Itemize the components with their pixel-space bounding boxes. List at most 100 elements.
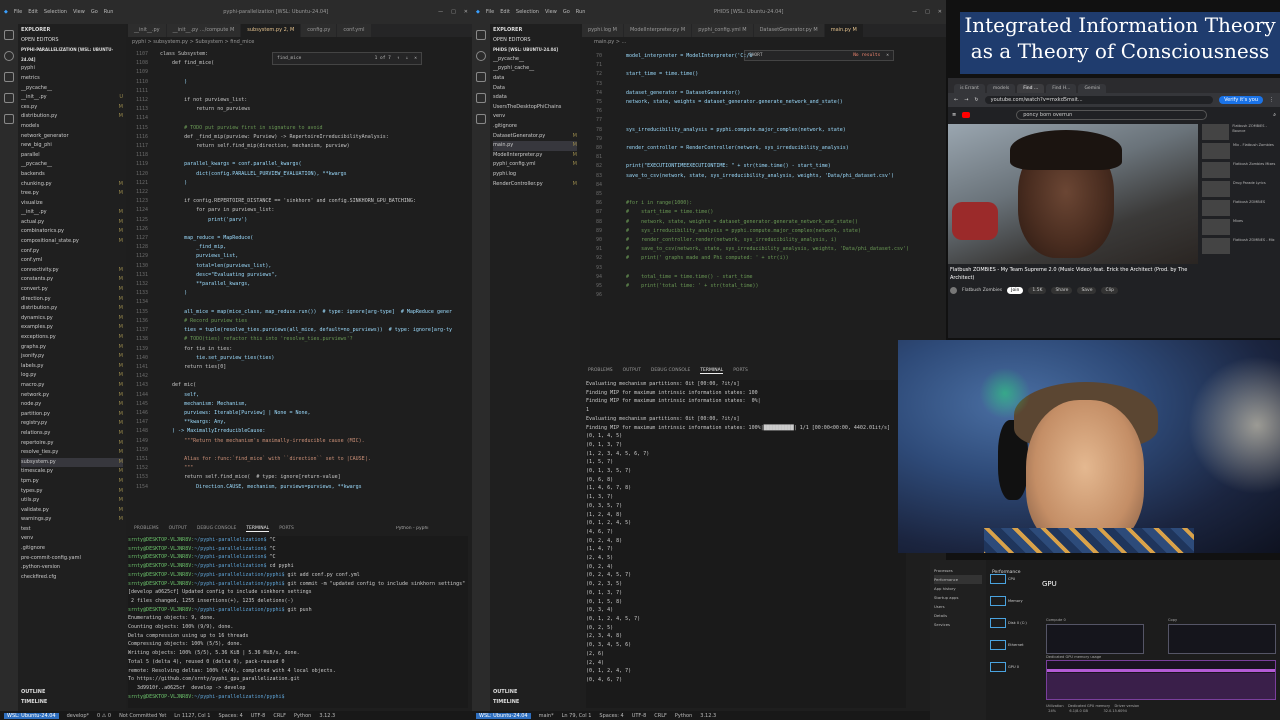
share-button[interactable]: Share [1051, 286, 1073, 294]
file-item[interactable]: network.py M [21, 391, 123, 401]
related-video[interactable]: Flatbush ZOMBiES - Bounce [1202, 124, 1280, 140]
file-item[interactable]: exceptions.py M [21, 333, 123, 343]
breadcrumb[interactable]: pyphi > subsystem.py > Subsystem > find_… [132, 39, 432, 49]
minimize-icon[interactable]: — [912, 9, 917, 15]
device-item[interactable]: Disk 0 (C:) [990, 618, 1040, 628]
editor-tab[interactable]: __init__.py .../compute M [166, 24, 241, 37]
related-video[interactable]: Drug Parade Lyrics [1202, 181, 1280, 197]
related-video[interactable]: Flatbush ZOMBiES [1202, 200, 1280, 216]
close-icon[interactable]: ✕ [938, 9, 942, 15]
search-icon[interactable] [4, 51, 14, 61]
maximize-icon[interactable]: □ [925, 9, 930, 15]
open-editors-section[interactable]: OPEN EDITORS [21, 36, 123, 46]
status-item[interactable]: WSL: Ubuntu-24.04 [476, 712, 531, 719]
menu-selection[interactable]: Selection [44, 9, 67, 15]
project-section[interactable]: PHIDS [WSL: UBUNTU-24.04] [493, 45, 577, 55]
file-item[interactable]: node.py M [21, 400, 123, 410]
task-manager-nav-item[interactable]: App history [934, 584, 982, 593]
breadcrumb[interactable]: main.py > ... [594, 39, 794, 49]
file-item[interactable]: UsersTheDesktopPhiChains [493, 103, 577, 113]
device-item[interactable]: Ethernet [990, 640, 1040, 650]
open-editors-section[interactable]: OPEN EDITORS [493, 36, 577, 46]
timeline-section[interactable]: TIMELINE [21, 698, 47, 708]
file-item[interactable]: pyphi [21, 64, 123, 74]
editor-tab[interactable]: pyphi_config.yml M [692, 24, 753, 37]
file-item[interactable]: tpm.py M [21, 477, 123, 487]
file-item[interactable]: types.py M [21, 487, 123, 497]
save-button[interactable]: Save [1077, 286, 1097, 294]
file-item[interactable]: __init__.py M [21, 208, 123, 218]
status-item[interactable]: Spaces: 4 [218, 713, 242, 719]
menu-edit[interactable]: Edit [28, 9, 38, 15]
file-item[interactable]: tree.py M [21, 189, 123, 199]
verify-button[interactable]: Verify it's you [1219, 96, 1263, 104]
file-item[interactable]: data [493, 74, 577, 84]
file-item[interactable]: __pycache__ [21, 84, 123, 94]
run-debug-icon[interactable] [4, 93, 14, 103]
file-item[interactable]: conf.py [21, 247, 123, 257]
right-code-editor[interactable]: 70 model_interpreter = ModelInterpreter(… [582, 52, 942, 342]
file-item[interactable]: network_generator [21, 132, 123, 142]
panel-tab[interactable]: PROBLEMS [134, 526, 159, 532]
file-item[interactable]: distribution.py M [21, 112, 123, 122]
file-item[interactable]: pyphi_config.yml M [493, 160, 577, 170]
explorer-icon[interactable] [4, 30, 14, 40]
menu-view[interactable]: View [545, 9, 557, 15]
task-manager-nav-item[interactable]: Processes [934, 566, 982, 575]
editor-tab[interactable]: ModelInterpreter.py M [623, 24, 692, 37]
project-section[interactable]: PYPHI-PARALLELIZATION [WSL: UBUNTU-24.04… [21, 45, 123, 64]
maximize-icon[interactable]: □ [451, 9, 456, 15]
task-manager-nav-item[interactable]: Performance [934, 575, 982, 584]
file-item[interactable]: convert.py M [21, 285, 123, 295]
menu-go[interactable]: Go [91, 9, 98, 15]
menu-selection[interactable]: Selection [516, 9, 539, 15]
device-item[interactable]: GPU 0 [990, 662, 1040, 672]
file-item[interactable]: jsonify.py M [21, 352, 123, 362]
source-control-icon[interactable] [476, 72, 486, 82]
file-item[interactable]: __pyphi_cache__ [493, 64, 577, 74]
file-item[interactable]: labels.py M [21, 362, 123, 372]
file-item[interactable]: pre-commit-config.yaml [21, 554, 123, 564]
file-item[interactable]: .python-version [21, 563, 123, 573]
run-debug-icon[interactable] [476, 93, 486, 103]
task-manager-nav-item[interactable]: Services [934, 620, 982, 629]
editor-tab[interactable]: conf.yml [337, 24, 371, 37]
file-item[interactable]: new_big_phi [21, 141, 123, 151]
file-item[interactable]: RenderController.py M [493, 180, 577, 190]
related-video[interactable]: Flatbush Zombies Mixes [1202, 162, 1280, 178]
editor-tab[interactable]: pyphi.log M [582, 24, 623, 37]
menu-icon[interactable]: ≡ [952, 112, 956, 118]
file-item[interactable]: resolve_ties.py M [21, 448, 123, 458]
search-icon[interactable]: ⌕ [1273, 112, 1276, 118]
menu-view[interactable]: View [73, 9, 85, 15]
file-item[interactable]: relations.py M [21, 429, 123, 439]
file-item[interactable]: .gitignore [21, 544, 123, 554]
close-icon[interactable]: ✕ [464, 9, 468, 15]
menu-run[interactable]: Run [104, 9, 114, 15]
file-item[interactable]: models [21, 122, 123, 132]
menu-edit[interactable]: Edit [500, 9, 510, 15]
menu-go[interactable]: Go [563, 9, 570, 15]
outline-section[interactable]: OUTLINE [21, 688, 45, 698]
search-icon[interactable] [476, 51, 486, 61]
file-item[interactable]: ModelInterpreter.py M [493, 151, 577, 161]
related-video[interactable]: Flatbush ZOMBiES - Mix [1202, 238, 1280, 254]
status-item[interactable]: Ln 1127, Col 1 [174, 713, 210, 719]
panel-tab[interactable]: PORTS [279, 526, 294, 532]
source-control-icon[interactable] [4, 72, 14, 82]
status-item[interactable]: CRLF [273, 713, 286, 719]
right-terminal[interactable]: Evaluating mechanism partitions: 0it [00… [586, 380, 906, 708]
back-icon[interactable]: ← [954, 97, 958, 103]
editor-tab[interactable]: __init__.py [128, 24, 166, 37]
file-item[interactable]: macro.py M [21, 381, 123, 391]
file-item[interactable]: subsystem.py M [21, 457, 123, 468]
explorer-icon[interactable] [476, 30, 486, 40]
video-player[interactable] [948, 124, 1198, 264]
file-item[interactable]: registry.py M [21, 419, 123, 429]
file-item[interactable]: direction.py M [21, 295, 123, 305]
panel-tab[interactable]: DEBUG CONSOLE [651, 368, 690, 374]
file-item[interactable]: constants.py M [21, 275, 123, 285]
task-manager-nav-item[interactable]: Startup apps [934, 593, 982, 602]
youtube-logo-icon[interactable] [962, 112, 971, 118]
status-item[interactable]: 0 ⚠ 0 [97, 713, 111, 719]
